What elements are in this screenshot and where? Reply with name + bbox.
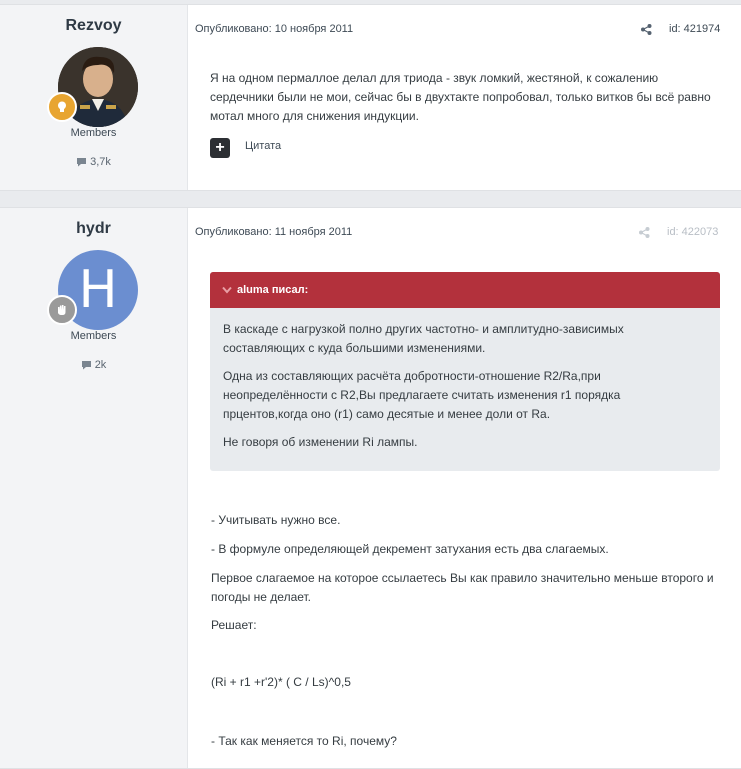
reply-paragraph: Решает: [211,618,257,632]
reply-formula: (Ri + r1 +r'2)* ( C / Ls)^0,5 [211,675,351,689]
quote-author: aluma писал: [237,284,309,296]
chevron-down-icon [222,286,232,294]
hand-icon [58,305,66,315]
published-date[interactable]: Опубликовано: 11 ноября 2011 [195,226,352,238]
quote-block: aluma писал: В каскаде с нагрузкой полно… [210,272,720,471]
multiquote-button[interactable]: + [210,138,230,158]
share-icon[interactable] [641,24,652,35]
post-body: Я на одном пермаллое делал для триода - … [210,69,719,126]
quote-body: В каскаде с нагрузкой полно других часто… [210,308,720,452]
post-id[interactable]: id: 421974 [669,23,720,35]
reply-paragraph: - Учитывать нужно все. [211,513,341,527]
rank-badge [47,92,77,122]
author-panel: hydr H Members 2k [0,208,188,768]
comment-icon [81,361,91,370]
lightbulb-icon [58,101,66,112]
quote-link[interactable]: Цитата [245,140,281,152]
post-text: Я на одном пермаллое делал для триода - … [210,71,711,123]
comment-icon [77,158,87,167]
quote-paragraph: Не говоря об изменении Ri лампы. [223,435,418,449]
quote-header[interactable]: aluma писал: [210,272,720,308]
author-name[interactable]: hydr [0,220,187,238]
published-date[interactable]: Опубликовано: 10 ноября 2011 [195,23,353,35]
author-panel: Rezvoy Members 3,7k [0,5,188,190]
author-name[interactable]: Rezvoy [0,17,187,35]
post-id[interactable]: id: 422073 [667,226,718,238]
avatar-letter: H [78,260,118,320]
reputation-value: 2k [94,359,107,371]
post-421974: Rezvoy Members 3,7k Опубликовано: 10 ноя… [0,4,741,191]
reputation-value: 3,7k [90,156,111,168]
member-group: Members [70,330,117,342]
reputation-count[interactable]: 3,7k [0,156,187,168]
reply-paragraph: Первое слагаемое на которое ссылаетесь В… [211,571,714,604]
post-422073: hydr H Members 2k Опубликовано: 11 ноябр… [0,207,741,769]
share-icon[interactable] [639,227,650,238]
quote-paragraph: В каскаде с нагрузкой полно других часто… [223,322,624,355]
reply-paragraph: - Так как меняется то Ri, почему? [211,734,397,748]
quote-paragraph: Одна из составляющих расчёта добротности… [223,369,621,421]
member-group: Members [70,127,117,139]
reputation-count[interactable]: 2k [0,359,187,371]
reply-paragraph: - В формуле определяющей декремент затух… [211,542,609,556]
rank-badge [47,295,77,325]
